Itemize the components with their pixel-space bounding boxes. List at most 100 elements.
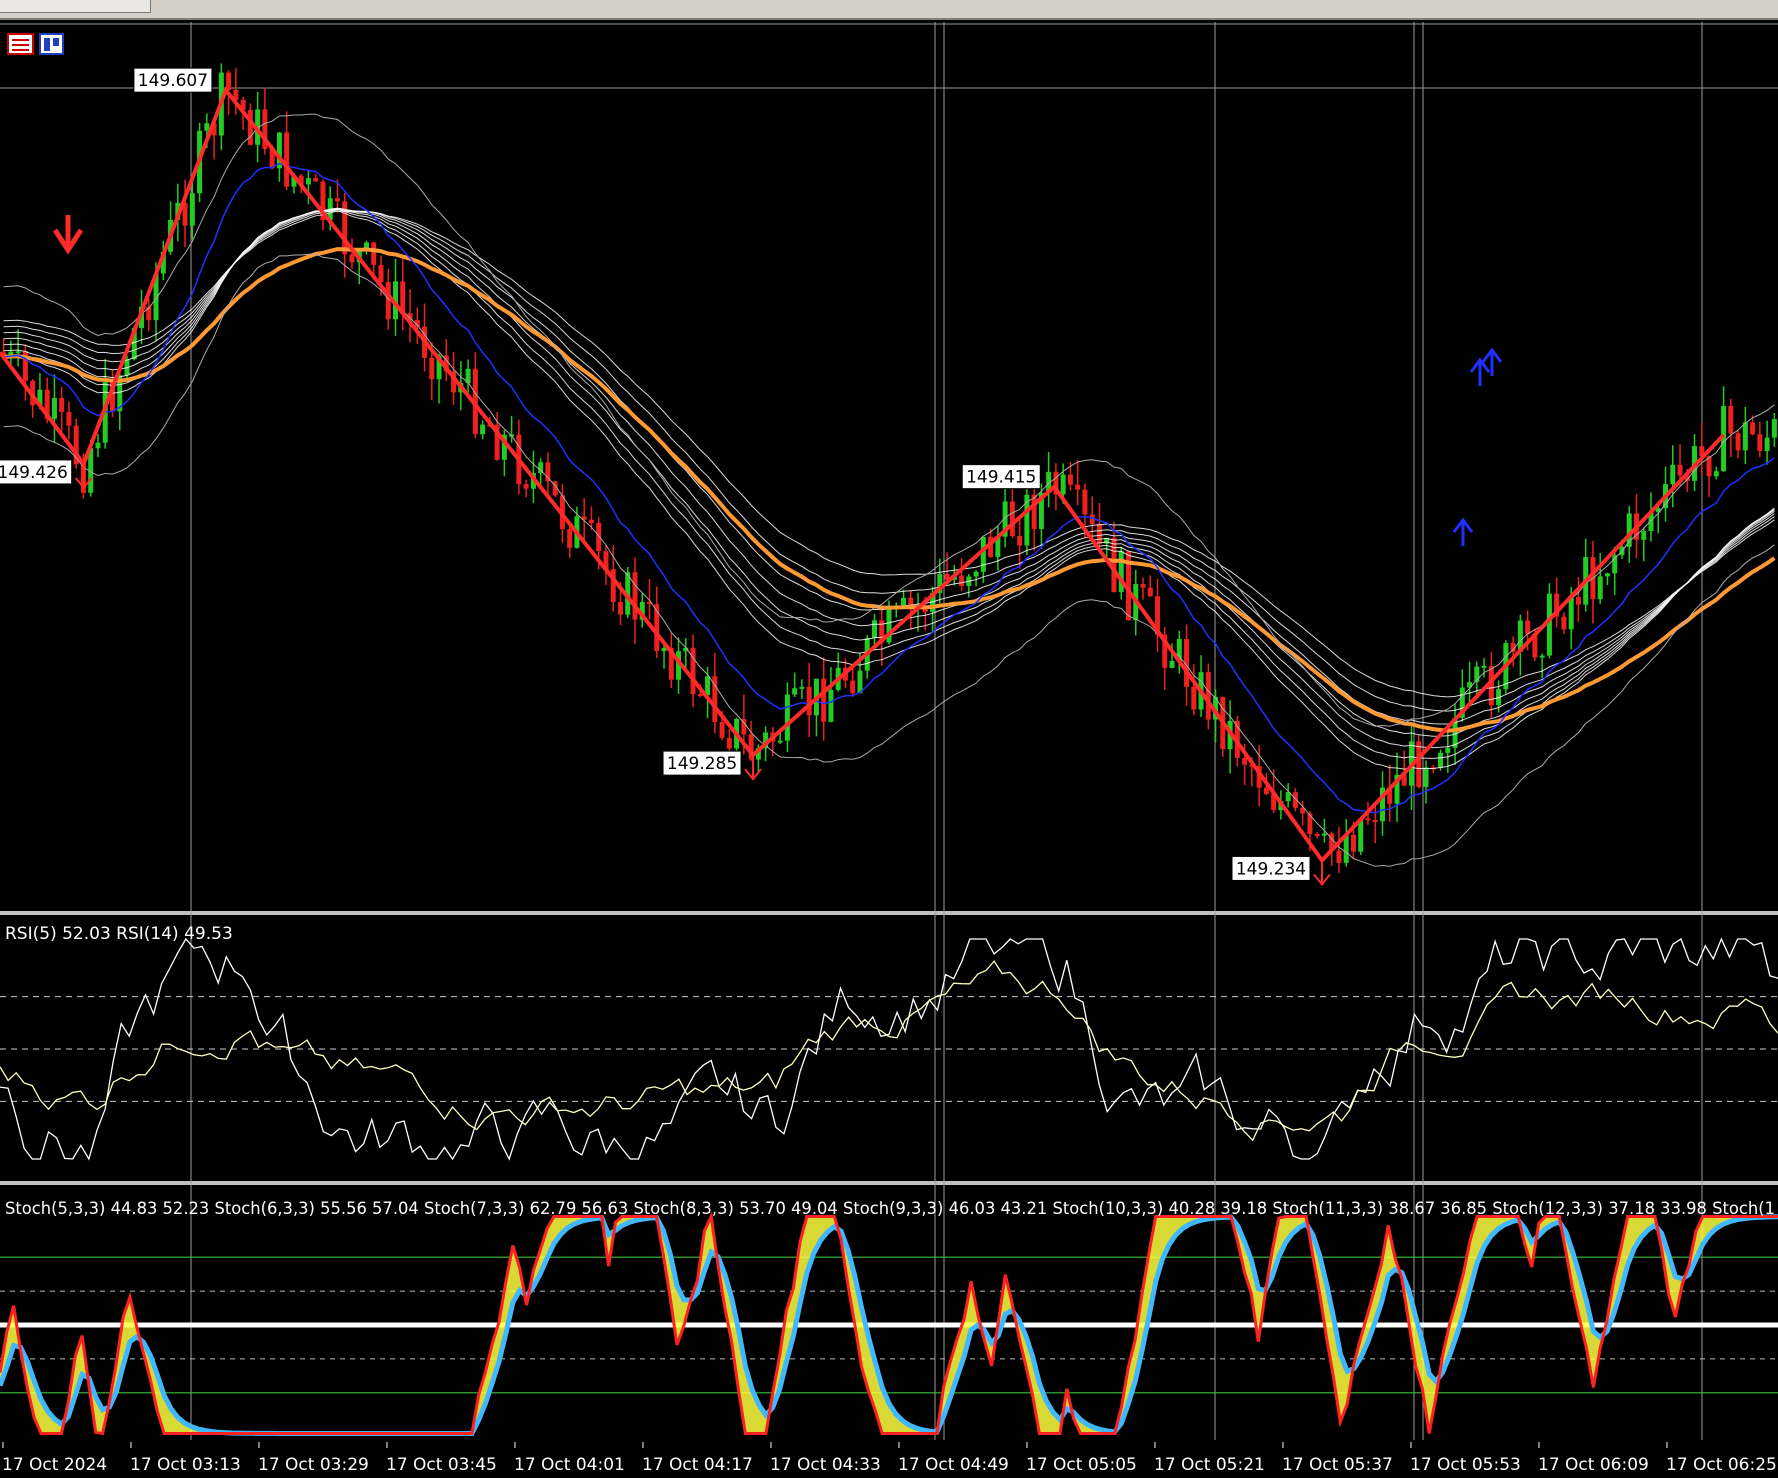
stochastic-legend: Stoch(5,3,3) 44.83 52.23 Stoch(6,3,3) 55… xyxy=(5,1199,1775,1219)
candle xyxy=(320,179,326,231)
candle xyxy=(1713,466,1719,480)
candle xyxy=(51,374,57,444)
candle xyxy=(480,420,486,440)
zigzag-line xyxy=(0,86,1726,864)
candle xyxy=(959,558,965,592)
candle xyxy=(407,289,413,343)
price-label-text: 149.285 xyxy=(667,754,737,774)
candle xyxy=(1757,421,1763,458)
price-panel: 149.426 149.607 149.285 149.415 149.234 xyxy=(0,63,1777,887)
x-tick-label: 17 Oct 2024 xyxy=(2,1455,107,1475)
candle xyxy=(1641,527,1647,562)
candle xyxy=(1648,492,1654,542)
candle xyxy=(1539,653,1545,679)
price-label: 149.285 xyxy=(662,750,742,776)
sell-arrow-icon xyxy=(1313,862,1331,887)
candle xyxy=(712,653,718,734)
candle xyxy=(799,679,805,700)
chart-toolbar-icons xyxy=(7,33,64,55)
price-label-text: 149.234 xyxy=(1236,859,1306,879)
candle xyxy=(59,386,65,436)
candle xyxy=(661,644,667,669)
rsi-legend: RSI(5) 52.03 RSI(14) 49.53 xyxy=(5,924,233,944)
candle xyxy=(1590,541,1596,624)
candle xyxy=(1002,481,1008,548)
candle xyxy=(1604,572,1610,585)
buy-arrow-icon xyxy=(1452,517,1474,546)
ma-slow-line xyxy=(3,247,1776,733)
candle xyxy=(1336,826,1342,873)
candle xyxy=(523,479,529,498)
candle xyxy=(1285,783,1291,808)
price-label: 149.234 xyxy=(1231,855,1311,881)
x-tick-label: 17 Oct 04:17 xyxy=(642,1455,753,1475)
time-axis: 17 Oct 2024 17 Oct 03:13 17 Oct 03:29 17 Oc… xyxy=(0,1441,1778,1478)
x-tick-label: 17 Oct 05:05 xyxy=(1026,1455,1137,1475)
candle xyxy=(1379,771,1385,836)
candle xyxy=(146,298,152,332)
candle xyxy=(1575,577,1581,622)
candle xyxy=(813,678,819,737)
candle xyxy=(393,258,399,336)
candle xyxy=(828,667,834,723)
candle xyxy=(1561,612,1567,635)
price-label-text: 149.415 xyxy=(966,468,1036,488)
candle xyxy=(1728,398,1734,457)
x-tick-label: 17 Oct 03:29 xyxy=(258,1455,369,1475)
price-label-text: 149.607 xyxy=(138,71,208,91)
x-tick-label: 17 Oct 04:49 xyxy=(898,1455,1009,1475)
candle xyxy=(400,258,406,331)
candle xyxy=(545,452,551,495)
candle xyxy=(1118,546,1124,600)
candle xyxy=(792,672,798,697)
x-tick-label: 17 Oct 03:45 xyxy=(386,1455,497,1475)
buy-arrow-icon xyxy=(1469,357,1491,386)
rsi14-line xyxy=(0,960,1778,1142)
candle xyxy=(1764,420,1770,465)
candle xyxy=(1583,538,1589,612)
candle xyxy=(1597,553,1603,604)
x-tick-label: 17 Oct 04:01 xyxy=(514,1455,625,1475)
candle xyxy=(1401,750,1407,786)
candle xyxy=(973,570,979,587)
x-tick-label: 17 Oct 06:09 xyxy=(1538,1455,1649,1475)
candle xyxy=(284,111,290,191)
candle xyxy=(1699,422,1705,475)
candle xyxy=(690,634,696,708)
candle xyxy=(1292,787,1298,812)
candle xyxy=(1467,661,1473,705)
candle xyxy=(647,578,653,620)
candle xyxy=(1554,577,1560,628)
candle xyxy=(668,632,674,689)
candle xyxy=(1423,760,1429,804)
candle xyxy=(1017,516,1023,569)
chart-settings-icon[interactable] xyxy=(39,33,64,55)
candle xyxy=(1155,578,1161,652)
candle xyxy=(1140,577,1146,600)
candle xyxy=(1176,630,1182,674)
rsi-panel xyxy=(0,937,1778,1161)
candle xyxy=(784,682,790,753)
candle xyxy=(1721,386,1727,472)
candle xyxy=(1343,819,1349,867)
candle xyxy=(966,573,972,598)
candle xyxy=(66,401,72,440)
candle xyxy=(806,662,812,738)
candle xyxy=(1771,412,1777,447)
price-label: 149.607 xyxy=(133,67,213,93)
candle xyxy=(1075,460,1081,506)
candle xyxy=(1147,575,1153,597)
candle xyxy=(995,525,1001,571)
candle xyxy=(654,586,660,658)
x-tick-label: 17 Oct 05:53 xyxy=(1410,1455,1521,1475)
buy-arrow-icon xyxy=(1481,347,1503,376)
candle xyxy=(821,657,827,741)
stochastic-panel xyxy=(0,1211,1778,1436)
price-label: 149.415 xyxy=(961,464,1041,490)
candle xyxy=(835,652,841,692)
envelope-lower xyxy=(3,253,1775,867)
candle xyxy=(1394,752,1400,822)
trading-chart: 149.426 149.607 149.285 149.415 149.234 17 O… xyxy=(0,22,1778,1478)
x-tick-label: 17 Oct 03:13 xyxy=(130,1455,241,1475)
candle xyxy=(567,526,573,558)
